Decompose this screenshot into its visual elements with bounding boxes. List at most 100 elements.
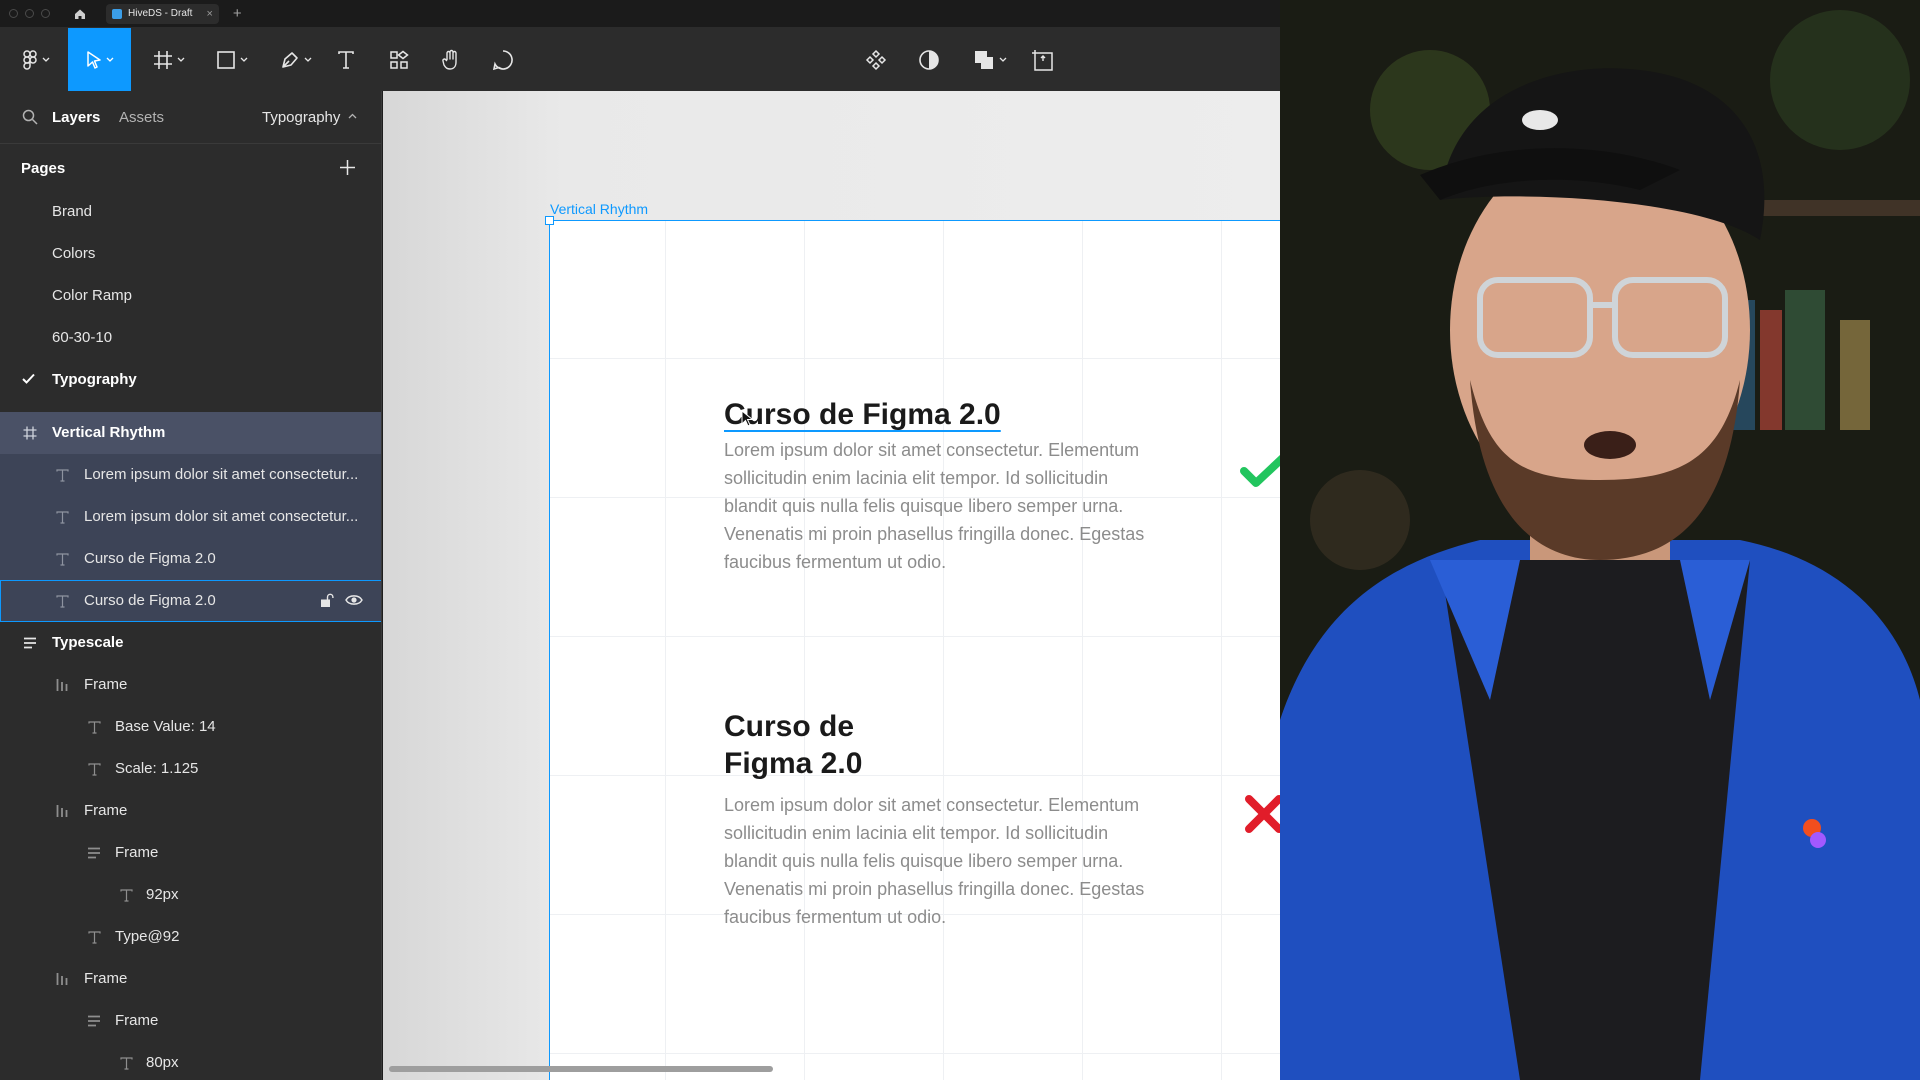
hand-tool-button[interactable] <box>437 28 465 91</box>
contrast-button[interactable] <box>915 28 943 91</box>
layer-label: Curso de Figma 2.0 <box>84 550 216 567</box>
shape-tool-button[interactable] <box>208 28 256 91</box>
horizontal-layout-icon <box>54 803 70 819</box>
page-label: Color Ramp <box>52 287 133 304</box>
resize-handle[interactable] <box>545 216 554 225</box>
browser-tab-bar: HiveDS - Draft × + <box>0 0 1280 28</box>
crop-button[interactable] <box>1029 28 1057 91</box>
move-tool-button[interactable] <box>68 28 131 91</box>
figma-file-icon <box>112 8 122 19</box>
page-label: 60-30-10 <box>52 329 113 346</box>
document-tab[interactable]: HiveDS - Draft × <box>106 3 219 24</box>
frame-name-label[interactable]: Vertical Rhythm <box>550 201 648 217</box>
unlock-icon[interactable] <box>320 593 334 608</box>
eye-icon[interactable] <box>345 593 363 607</box>
page-item-color-ramp[interactable]: Color Ramp <box>0 276 381 316</box>
tab-assets[interactable]: Assets <box>119 109 164 126</box>
vertical-layout-icon <box>86 1013 102 1029</box>
layer-frame[interactable]: Frame <box>0 832 381 874</box>
checkmark-icon <box>22 373 35 384</box>
rectangle-icon <box>217 50 235 69</box>
window-controls <box>9 9 50 18</box>
figma-logo-icon <box>23 49 37 70</box>
tab-close-button[interactable]: × <box>206 8 212 20</box>
contrast-icon <box>919 49 939 70</box>
layer-label: 80px <box>146 1054 179 1071</box>
layer-curso-title-1[interactable]: Curso de Figma 2.0 <box>0 538 381 580</box>
text-icon <box>338 50 354 69</box>
home-icon[interactable] <box>72 6 88 22</box>
layer-curso-title-2[interactable]: Curso de Figma 2.0 <box>0 580 381 622</box>
layer-frame[interactable]: Frame <box>0 790 381 832</box>
good-example-body[interactable]: Lorem ipsum dolor sit amet consectetur. … <box>724 436 1164 576</box>
good-example-title[interactable]: Curso de Figma 2.0 <box>724 396 1001 433</box>
horizontal-layout-icon <box>54 971 70 987</box>
page-item-colors[interactable]: Colors <box>0 234 381 274</box>
layer-frame[interactable]: Frame <box>0 664 381 706</box>
panel-tabs: Layers Assets Typography <box>0 91 381 144</box>
text-tool-button[interactable] <box>332 28 360 91</box>
layer-scale[interactable]: Scale: 1.125 <box>0 748 381 790</box>
vertical-rhythm-frame[interactable]: Curso de Figma 2.0 Lorem ipsum dolor sit… <box>545 216 1280 1080</box>
toolbar <box>0 28 1280 91</box>
layer-type-92[interactable]: Type@92 <box>0 916 381 958</box>
frame-icon <box>154 50 172 69</box>
layer-frame[interactable]: Frame <box>0 1000 381 1042</box>
layer-typescale[interactable]: Typescale <box>0 622 381 664</box>
chevron-down-icon <box>999 57 1007 62</box>
text-icon <box>54 551 70 567</box>
frame-tool-button[interactable] <box>145 28 193 91</box>
layer-label: Typescale <box>52 634 124 651</box>
layer-lorem-text-2[interactable]: Lorem ipsum dolor sit amet consectetur..… <box>0 496 381 538</box>
comment-tool-button[interactable] <box>489 28 517 91</box>
search-icon[interactable] <box>22 109 38 125</box>
layer-label: 92px <box>146 886 179 903</box>
layer-80px[interactable]: 80px <box>0 1042 381 1080</box>
component-icon <box>865 49 887 70</box>
text-icon <box>86 719 102 735</box>
bad-example-title-line1[interactable]: Curso de <box>724 708 854 745</box>
hand-icon <box>442 49 457 70</box>
layer-label: Frame <box>84 676 128 693</box>
tab-title: HiveDS - Draft <box>128 8 193 19</box>
layer-frame[interactable]: Frame <box>0 958 381 1000</box>
horizontal-scrollbar[interactable] <box>389 1066 773 1072</box>
webcam-video <box>1280 0 1920 1080</box>
vertical-layout-icon <box>86 845 102 861</box>
new-tab-button[interactable]: + <box>233 5 242 22</box>
chevron-down-icon <box>304 57 312 62</box>
pen-tool-button[interactable] <box>272 28 320 91</box>
add-page-icon[interactable] <box>339 159 356 176</box>
cursor-arrow-icon <box>86 50 101 69</box>
chevron-down-icon <box>240 57 248 62</box>
layer-label: Lorem ipsum dolor sit amet consectetur..… <box>84 466 359 483</box>
page-label: Brand <box>52 203 93 220</box>
bad-example-title-line2[interactable]: Figma 2.0 <box>724 745 862 782</box>
bad-example-body[interactable]: Lorem ipsum dolor sit amet consectetur. … <box>724 791 1164 931</box>
layer-base-value[interactable]: Base Value: 14 <box>0 706 381 748</box>
pen-icon <box>282 51 298 68</box>
close-window-button[interactable] <box>9 9 18 18</box>
boolean-operations-button[interactable] <box>968 28 1012 91</box>
maximize-window-button[interactable] <box>41 9 50 18</box>
minimize-window-button[interactable] <box>25 9 34 18</box>
page-item-typography[interactable]: Typography <box>0 360 381 400</box>
text-icon <box>118 887 134 903</box>
page-item-brand[interactable]: Brand <box>0 192 381 232</box>
create-component-button[interactable] <box>862 28 890 91</box>
layer-label: Base Value: 14 <box>115 718 216 735</box>
resources-button[interactable] <box>385 28 413 91</box>
layer-vertical-rhythm[interactable]: Vertical Rhythm <box>0 412 381 454</box>
comment-icon <box>492 49 513 70</box>
layer-label: Curso de Figma 2.0 <box>84 592 216 609</box>
main-menu-button[interactable] <box>14 28 58 91</box>
text-icon <box>54 509 70 525</box>
layer-lorem-text-1[interactable]: Lorem ipsum dolor sit amet consectetur..… <box>0 454 381 496</box>
canvas[interactable]: Vertical Rhythm Curso de Figma 2.0 Lorem… <box>383 91 1280 1080</box>
page-item-60-30-10[interactable]: 60-30-10 <box>0 318 381 358</box>
current-page-selector[interactable]: Typography <box>262 109 340 126</box>
tab-layers[interactable]: Layers <box>52 109 100 126</box>
layer-label: Vertical Rhythm <box>52 424 166 441</box>
chevron-up-icon[interactable] <box>348 113 357 119</box>
layer-92px[interactable]: 92px <box>0 874 381 916</box>
